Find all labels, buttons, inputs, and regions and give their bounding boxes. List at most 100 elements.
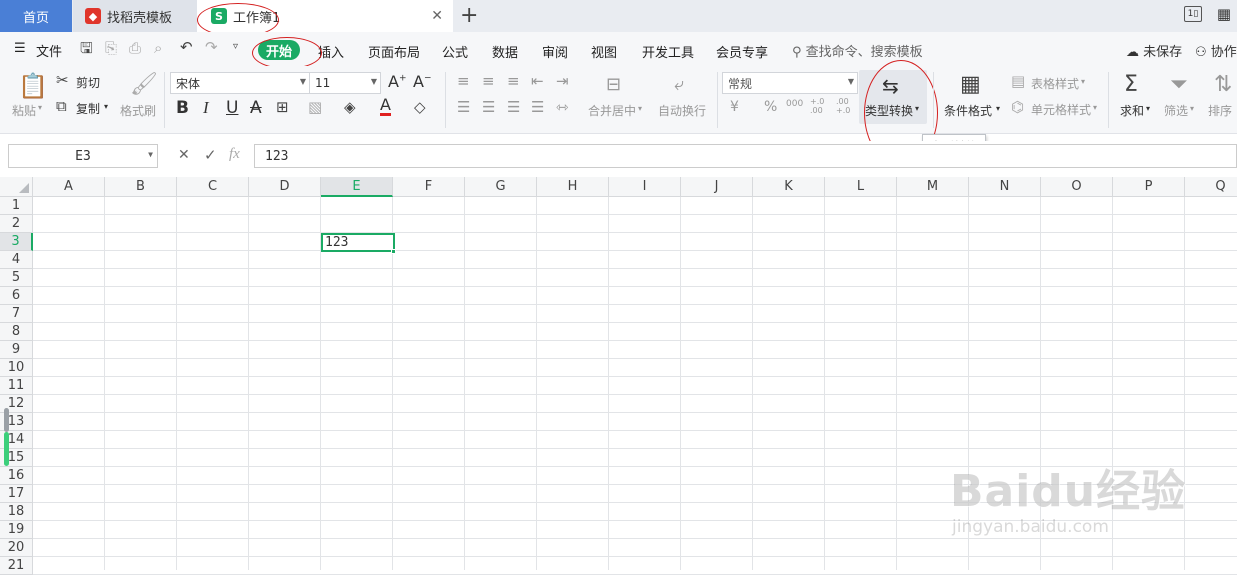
row-header-9[interactable]: 9: [0, 341, 33, 359]
confirm-icon[interactable]: ✓: [204, 146, 217, 164]
tab-close-icon[interactable]: ✕: [431, 8, 443, 24]
row-header-11[interactable]: 11: [0, 377, 33, 395]
row-header-21[interactable]: 21: [0, 557, 33, 575]
row-header-1[interactable]: 1: [0, 197, 33, 215]
filter-button[interactable]: ⏷ 筛选 ▾: [1162, 72, 1202, 124]
conditional-format-button[interactable]: ▦ 条件格式 ▾: [940, 72, 1004, 124]
font-name-select[interactable]: 宋体 ▼: [170, 72, 310, 94]
row-header-18[interactable]: 18: [0, 503, 33, 521]
row-header-16[interactable]: 16: [0, 467, 33, 485]
font-color-button[interactable]: A: [380, 97, 391, 116]
row-header-4[interactable]: 4: [0, 251, 33, 269]
column-header-i[interactable]: I: [609, 177, 681, 197]
column-header-o[interactable]: O: [1041, 177, 1113, 197]
align-right-icon[interactable]: ☰: [507, 100, 520, 115]
column-header-k[interactable]: K: [753, 177, 825, 197]
column-header-p[interactable]: P: [1113, 177, 1185, 197]
increase-decimal-button[interactable]: +.0 .00: [810, 97, 832, 115]
column-header-d[interactable]: D: [249, 177, 321, 197]
column-header-m[interactable]: M: [897, 177, 969, 197]
redo-icon[interactable]: ↷: [205, 40, 218, 55]
row-header-2[interactable]: 2: [0, 215, 33, 233]
italic-button[interactable]: I: [203, 98, 209, 118]
print-preview-icon[interactable]: ⌕: [154, 41, 162, 56]
tab-template[interactable]: ◆ 找稻壳模板: [73, 0, 197, 32]
format-painter-button[interactable]: 🖌 格式刷: [118, 70, 158, 128]
row-header-10[interactable]: 10: [0, 359, 33, 377]
justify-icon[interactable]: ☰: [531, 100, 544, 115]
increase-indent-icon[interactable]: ⇥: [556, 74, 569, 89]
select-all-corner[interactable]: [0, 177, 33, 197]
column-header-c[interactable]: C: [177, 177, 249, 197]
row-header-5[interactable]: 5: [0, 269, 33, 287]
hamburger-icon[interactable]: ☰: [14, 41, 26, 56]
align-center-icon[interactable]: ☰: [482, 100, 495, 115]
row-header-20[interactable]: 20: [0, 539, 33, 557]
row-header-8[interactable]: 8: [0, 323, 33, 341]
selected-cell-e3[interactable]: 123: [321, 233, 395, 252]
undo-icon[interactable]: ↶: [180, 40, 193, 55]
print-icon[interactable]: ⎙: [129, 41, 141, 56]
menu-member[interactable]: 会员专享: [716, 42, 768, 61]
name-box[interactable]: E3 ▼: [8, 144, 158, 168]
column-header-h[interactable]: H: [537, 177, 609, 197]
strikethrough-button[interactable]: A: [250, 98, 262, 118]
quick-access-dropdown-icon[interactable]: ▿: [233, 42, 238, 52]
menu-data[interactable]: 数据: [492, 42, 518, 61]
currency-button[interactable]: ¥: [730, 99, 739, 115]
formula-input[interactable]: 123: [254, 144, 1237, 168]
align-left-icon[interactable]: ☰: [457, 100, 470, 115]
menu-developer[interactable]: 开发工具: [642, 42, 694, 61]
align-top-icon[interactable]: ≡: [457, 74, 470, 89]
column-header-l[interactable]: L: [825, 177, 897, 197]
menu-page-layout[interactable]: 页面布局: [368, 42, 420, 61]
row-header-3[interactable]: 3: [0, 233, 33, 251]
command-search[interactable]: ⚲ 查找命令、搜索模板: [792, 41, 923, 60]
row-header-19[interactable]: 19: [0, 521, 33, 539]
save-icon[interactable]: 🖫: [80, 41, 93, 56]
column-header-q[interactable]: Q: [1185, 177, 1237, 197]
align-bottom-icon[interactable]: ≡: [507, 74, 520, 89]
tab-home[interactable]: 首页: [0, 0, 72, 32]
column-header-j[interactable]: J: [681, 177, 753, 197]
align-middle-icon[interactable]: ≡: [482, 74, 495, 89]
fill-handle[interactable]: [391, 249, 396, 254]
paste-button[interactable]: 📋 粘贴 ▾: [8, 70, 48, 128]
column-header-a[interactable]: A: [33, 177, 105, 197]
grid-apps-icon[interactable]: ▦: [1215, 5, 1233, 23]
merge-center-button[interactable]: ⊟ 合并居中 ▾: [588, 72, 648, 126]
eraser-icon[interactable]: ◇: [414, 100, 426, 115]
window-layout-icon[interactable]: 1▯: [1184, 6, 1202, 22]
column-header-g[interactable]: G: [465, 177, 537, 197]
save-status[interactable]: ☁ 未保存: [1126, 41, 1182, 60]
column-header-n[interactable]: N: [969, 177, 1041, 197]
cancel-icon[interactable]: ✕: [178, 147, 190, 163]
fill-color-icon[interactable]: ◈: [344, 100, 356, 115]
distributed-icon[interactable]: ⇿: [556, 100, 569, 115]
cell-style-icon[interactable]: ▧: [308, 100, 322, 115]
decrease-font-button[interactable]: A−: [413, 72, 432, 91]
column-header-e[interactable]: E: [321, 177, 393, 197]
menu-file[interactable]: 文件: [36, 41, 62, 60]
bold-button[interactable]: B: [176, 98, 189, 118]
border-icon[interactable]: ⊞: [276, 100, 289, 115]
font-size-select[interactable]: 11 ▼: [309, 72, 381, 94]
thousands-separator-button[interactable]: 000: [786, 99, 803, 109]
row-header-6[interactable]: 6: [0, 287, 33, 305]
row-header-7[interactable]: 7: [0, 305, 33, 323]
fx-icon[interactable]: fx: [229, 146, 240, 163]
menu-formulas[interactable]: 公式: [442, 42, 468, 61]
export-pdf-icon[interactable]: ⎘: [105, 41, 117, 56]
column-header-f[interactable]: F: [393, 177, 465, 197]
sort-button[interactable]: ⇅ 排序: [1206, 72, 1237, 124]
wrap-text-button[interactable]: ⤶ 自动换行: [656, 72, 712, 126]
add-tab-button[interactable]: +: [460, 3, 478, 28]
column-header-b[interactable]: B: [105, 177, 177, 197]
underline-button[interactable]: U: [226, 98, 238, 118]
row-header-17[interactable]: 17: [0, 485, 33, 503]
menu-review[interactable]: 审阅: [542, 42, 568, 61]
percent-button[interactable]: %: [764, 99, 777, 115]
number-format-select[interactable]: 常规 ▼: [722, 72, 858, 94]
increase-font-button[interactable]: A+: [388, 72, 407, 91]
sum-button[interactable]: Σ 求和 ▾: [1116, 72, 1156, 124]
